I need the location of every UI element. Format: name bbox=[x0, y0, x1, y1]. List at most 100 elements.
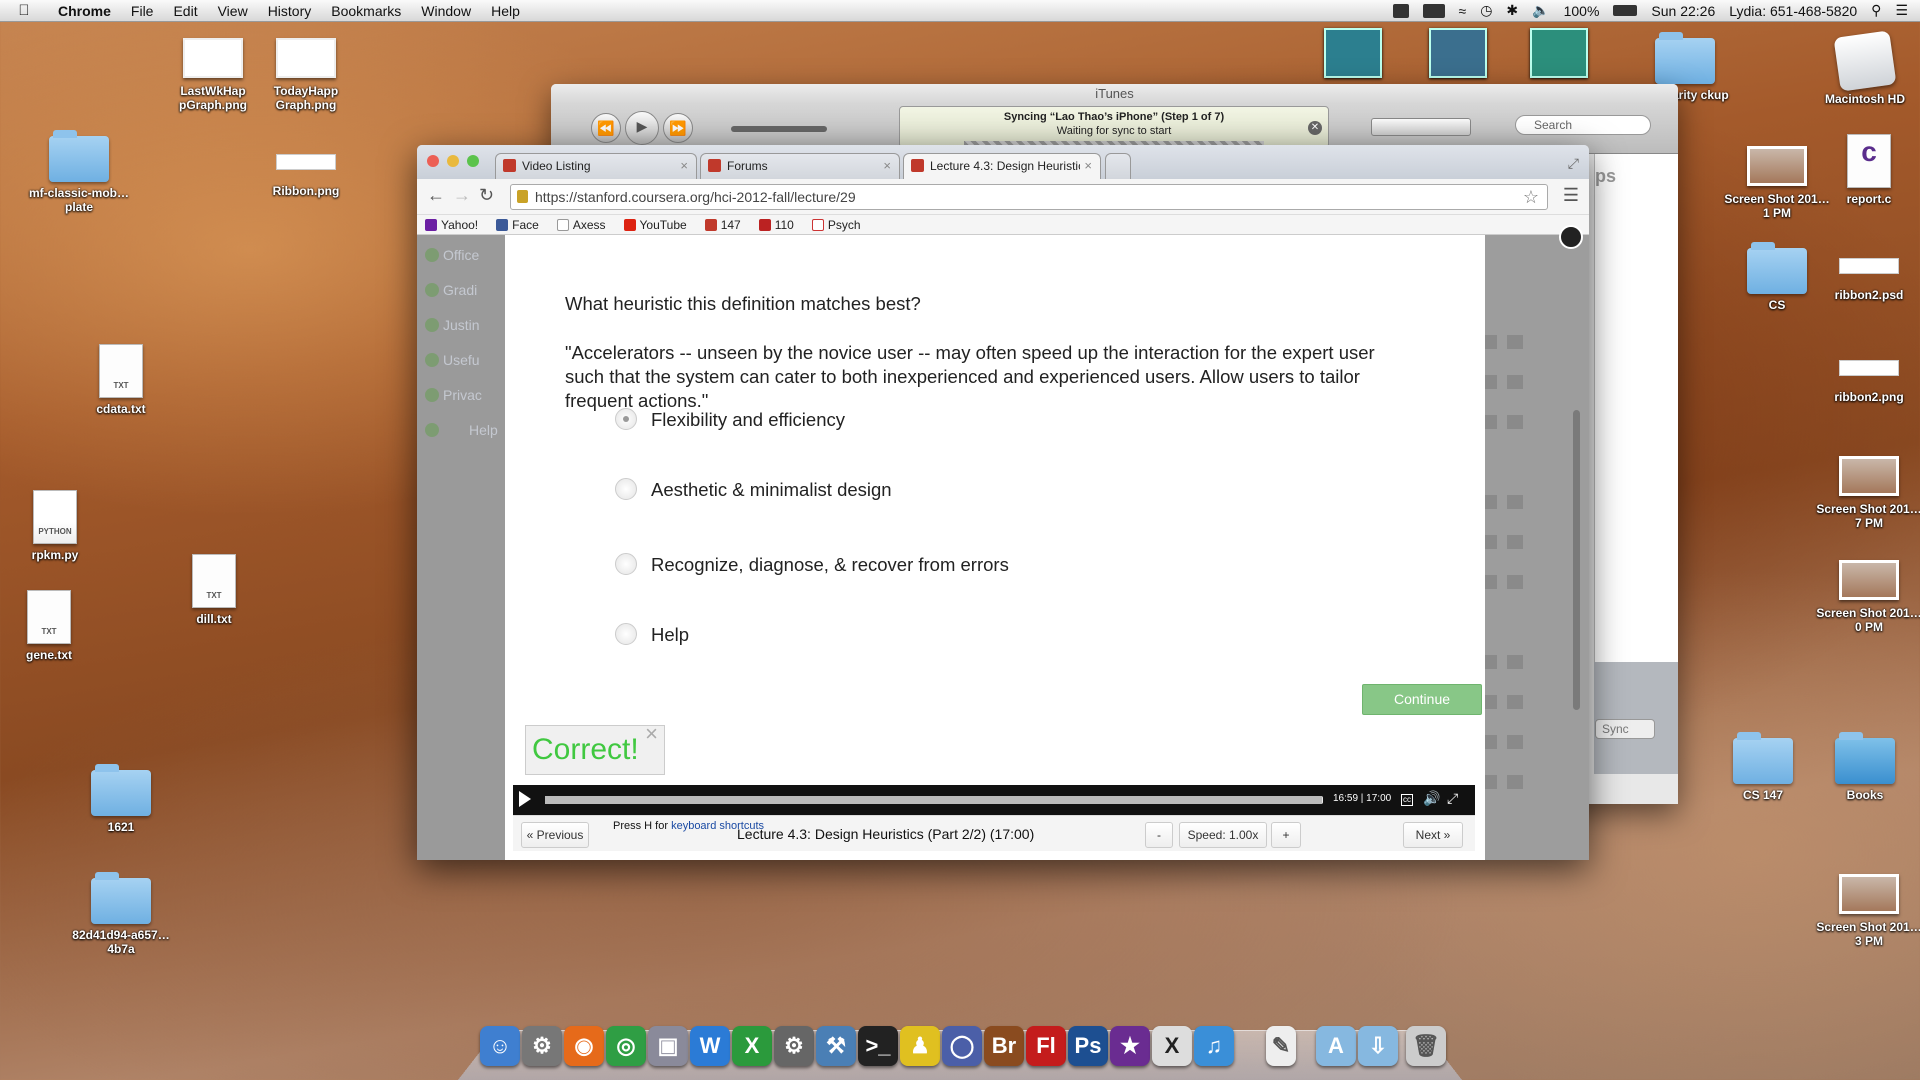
bookmark-147[interactable]: 147 bbox=[704, 218, 741, 232]
tab-close-icon[interactable]: × bbox=[680, 154, 688, 178]
excel-icon[interactable]: X bbox=[732, 1026, 772, 1066]
download-icon[interactable] bbox=[1507, 655, 1523, 669]
app-diamond-icon[interactable] bbox=[1429, 28, 1487, 78]
desktop-folder-1621[interactable]: 1621 bbox=[66, 764, 176, 834]
lecture-slides-icon[interactable] bbox=[1485, 495, 1497, 509]
menu-file[interactable]: File bbox=[121, 3, 164, 19]
nav-grading[interactable]: Gradi bbox=[417, 273, 505, 308]
lecture-slides-icon[interactable] bbox=[1485, 695, 1497, 709]
next-button[interactable]: Next » bbox=[1403, 822, 1463, 848]
reload-icon[interactable]: ↻ bbox=[479, 185, 494, 206]
radio-button[interactable] bbox=[615, 478, 637, 500]
chrome-menu-icon[interactable]: ☰ bbox=[1563, 185, 1579, 206]
notification-center-icon[interactable]: ☰ bbox=[1895, 2, 1908, 19]
menu-view[interactable]: View bbox=[208, 3, 258, 19]
desktop-macintosh-hd[interactable]: Macintosh HD bbox=[1810, 30, 1920, 106]
bookmark-face[interactable]: Face bbox=[496, 218, 539, 232]
close-feedback-icon[interactable]: × bbox=[645, 710, 658, 758]
lecture-slides-icon[interactable] bbox=[1485, 535, 1497, 549]
quiz-option-3[interactable]: Recognize, diagnose, & recover from erro… bbox=[615, 552, 1009, 578]
bluetooth-icon[interactable]: ✱ bbox=[1506, 2, 1518, 19]
download-icon[interactable] bbox=[1507, 375, 1523, 389]
quiz-option-2[interactable]: Aesthetic & minimalist design bbox=[615, 477, 892, 503]
cyberduck-icon[interactable]: ♟ bbox=[900, 1026, 940, 1066]
downloads-stack-icon[interactable]: ⇩ bbox=[1358, 1026, 1398, 1066]
download-icon[interactable] bbox=[1507, 415, 1523, 429]
radio-button[interactable] bbox=[615, 623, 637, 645]
back-icon[interactable]: ← bbox=[427, 185, 445, 206]
desktop-folder-82d41d94[interactable]: 82d41d94-a657…4b7a bbox=[66, 872, 176, 956]
nav-office[interactable]: Office bbox=[417, 238, 505, 273]
tab-close-icon[interactable]: × bbox=[883, 154, 891, 178]
bookmark-axess[interactable]: Axess bbox=[556, 218, 606, 232]
quiz-option-4[interactable]: Help bbox=[615, 622, 689, 648]
radio-button[interactable] bbox=[615, 408, 637, 430]
previous-button[interactable]: « Previous bbox=[521, 822, 589, 848]
desktop-folder-mf-classic[interactable]: mf-classic-mob…plate bbox=[24, 130, 134, 214]
spotlight-search-icon[interactable]: ⚲ bbox=[1871, 2, 1881, 19]
clipping-text-icon[interactable] bbox=[1530, 28, 1588, 78]
volume-icon[interactable]: 🔈 bbox=[1532, 2, 1549, 19]
desktop-file-report[interactable]: c report.c bbox=[1814, 134, 1920, 206]
quiz-option-1[interactable]: Flexibility and efficiency bbox=[615, 407, 845, 433]
user-name[interactable]: Lydia: 651-468-5820 bbox=[1729, 3, 1857, 19]
captions-icon[interactable]: cc bbox=[1401, 794, 1413, 806]
cancel-sync-icon[interactable]: ✕ bbox=[1308, 121, 1322, 135]
fullscreen-video-icon[interactable]: ⤢ bbox=[1447, 790, 1458, 807]
evernote-status-icon[interactable] bbox=[1392, 3, 1409, 18]
word-icon[interactable]: W bbox=[690, 1026, 730, 1066]
play-icon[interactable]: ▶ bbox=[625, 111, 659, 145]
terminal-icon[interactable]: >_ bbox=[858, 1026, 898, 1066]
view-buttons[interactable] bbox=[1371, 118, 1471, 136]
scrollbar[interactable] bbox=[1573, 410, 1580, 710]
wifi-icon[interactable]: ≈ bbox=[1459, 3, 1467, 19]
bookmark-110[interactable]: 110 bbox=[758, 218, 794, 232]
fast-forward-icon[interactable]: ⏩ bbox=[663, 113, 693, 143]
rewind-icon[interactable]: ⏪ bbox=[591, 113, 621, 143]
tab-forums[interactable]: Forums × bbox=[700, 153, 900, 179]
menu-history[interactable]: History bbox=[258, 3, 322, 19]
itunes-icon[interactable]: ♫ bbox=[1194, 1026, 1234, 1066]
close-window-icon[interactable] bbox=[427, 155, 439, 167]
desktop-folder-cs147[interactable]: CS 147 bbox=[1708, 732, 1818, 802]
battery-icon[interactable] bbox=[1613, 5, 1638, 16]
applications-stack-icon[interactable]: A bbox=[1316, 1026, 1356, 1066]
clipping-image-icon[interactable] bbox=[1324, 28, 1382, 78]
download-icon[interactable] bbox=[1507, 775, 1523, 789]
continue-button[interactable]: Continue bbox=[1362, 684, 1482, 715]
tab-video-listing[interactable]: Video Listing × bbox=[495, 153, 697, 179]
clock[interactable]: Sun 22:26 bbox=[1651, 3, 1715, 19]
flash-icon[interactable]: Fl bbox=[1026, 1026, 1066, 1066]
apple-menu-icon[interactable]:  bbox=[0, 2, 48, 19]
desktop-file-gene[interactable]: TXT gene.txt bbox=[0, 590, 104, 662]
download-icon[interactable] bbox=[1507, 695, 1523, 709]
nav-useful[interactable]: Usefu bbox=[417, 343, 505, 378]
nav-help[interactable]: Help bbox=[417, 413, 505, 448]
bookmark-star-icon[interactable]: ☆ bbox=[1523, 185, 1539, 209]
lecture-slides-icon[interactable] bbox=[1485, 655, 1497, 669]
zoom-window-icon[interactable] bbox=[467, 155, 479, 167]
download-icon[interactable] bbox=[1507, 535, 1523, 549]
chrome-icon[interactable]: ◎ bbox=[606, 1026, 646, 1066]
desktop-file-today[interactable]: TodayHapp Graph.png bbox=[251, 38, 361, 112]
photoshop-icon[interactable]: Ps bbox=[1068, 1026, 1108, 1066]
menu-edit[interactable]: Edit bbox=[163, 3, 207, 19]
download-icon[interactable] bbox=[1507, 735, 1523, 749]
download-icon[interactable] bbox=[1507, 495, 1523, 509]
itunes-search-field[interactable]: Search bbox=[1515, 115, 1651, 135]
menu-app-name[interactable]: Chrome bbox=[48, 3, 121, 19]
tab-close-icon[interactable]: × bbox=[1084, 154, 1092, 178]
volume-slider[interactable] bbox=[731, 126, 827, 132]
desktop-screenshot-7[interactable]: Screen Shot 201…7 PM bbox=[1814, 456, 1920, 530]
lecture-slides-icon[interactable] bbox=[1485, 415, 1497, 429]
play-icon[interactable] bbox=[519, 791, 531, 807]
nav-justin[interactable]: Justin bbox=[417, 308, 505, 343]
battery-percent[interactable]: 100% bbox=[1564, 3, 1600, 19]
firefox-icon[interactable]: ◉ bbox=[564, 1026, 604, 1066]
bookmark-psych[interactable]: Psych bbox=[811, 218, 861, 232]
bookmark-youtube[interactable]: YouTube bbox=[623, 218, 687, 232]
lecture-slides-icon[interactable] bbox=[1485, 335, 1497, 349]
speed-up-button[interactable]: + bbox=[1271, 822, 1301, 848]
trash-icon[interactable]: 🗑 bbox=[1406, 1026, 1446, 1066]
nav-privacy[interactable]: Privac bbox=[417, 378, 505, 413]
